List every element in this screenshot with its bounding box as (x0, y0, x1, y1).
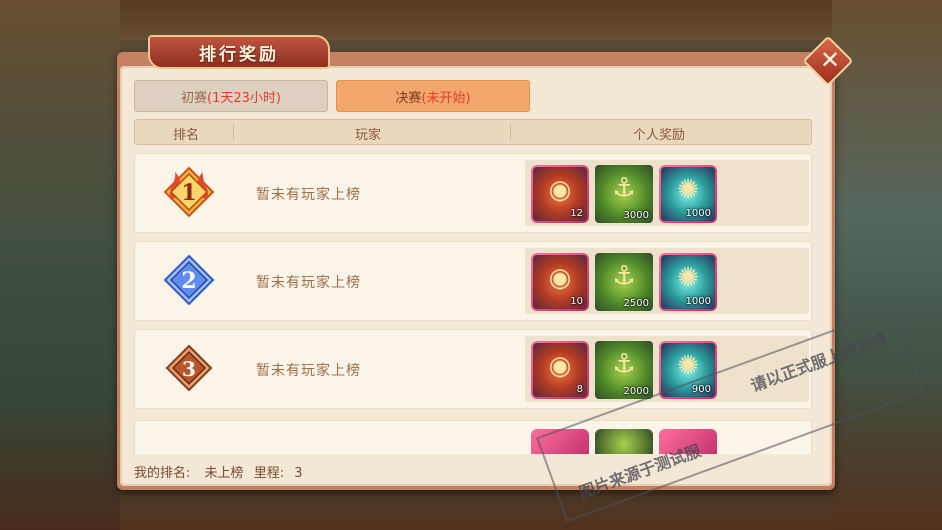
rank-3-badge-icon: 3 (163, 342, 215, 394)
anchor-icon: ⚓ (612, 261, 636, 291)
my-rank-footer: 我的排名: 未上榜 里程: 3 (134, 462, 303, 481)
reward-item[interactable]: ◉ 10 (531, 253, 589, 311)
shield-crest-icon: ◉ (548, 175, 572, 205)
shield-crest-icon: ◉ (548, 263, 572, 293)
header-divider (233, 124, 234, 140)
header-player: 玩家 (355, 128, 382, 143)
reward-list: ◉ 10 ⚓ 2500 ✺ 1000 (525, 248, 809, 314)
reward-quantity: 3000 (623, 210, 649, 221)
close-icon[interactable]: ✕ (816, 44, 844, 76)
player-name: 暂未有玩家上榜 (256, 275, 361, 291)
reward-item[interactable]: ◉ 8 (531, 341, 589, 399)
mileage-label: 里程: (253, 466, 285, 481)
player-name: 暂未有玩家上榜 (256, 187, 361, 203)
orb-icon: ✺ (677, 263, 699, 293)
tab-final-status: (未开始) (421, 90, 471, 106)
tab-final-label: 决赛 (395, 90, 422, 106)
tab-preliminary-label: 初赛 (181, 90, 208, 106)
reward-item[interactable]: ⚓ 2500 (595, 253, 653, 311)
svg-text:3: 3 (182, 357, 196, 381)
header-rank: 排名 (173, 128, 200, 143)
rank-row-2: 2 暂未有玩家上榜 ◉ 10 ⚓ 2500 ✺ 1000 (134, 241, 812, 321)
rank-1-badge-icon: 1 (163, 166, 215, 218)
reward-quantity: 12 (570, 208, 583, 219)
anchor-icon: ⚓ (612, 173, 636, 203)
reward-item[interactable]: ✺ 1000 (659, 253, 717, 311)
orb-icon: ✺ (677, 175, 699, 205)
reward-quantity: 2500 (623, 298, 649, 309)
header-reward: 个人奖励 (633, 128, 686, 143)
tab-final[interactable]: 决赛 (未开始) (336, 80, 530, 112)
tab-preliminary-status: (1天23小时) (207, 90, 281, 106)
reward-quantity: 1000 (685, 296, 711, 307)
reward-quantity: 10 (570, 296, 583, 307)
header-divider (510, 124, 511, 140)
anchor-icon: ⚓ (612, 349, 636, 379)
shield-crest-icon: ◉ (548, 351, 572, 381)
rank-2-badge-icon: 2 (163, 254, 215, 306)
svg-text:1: 1 (181, 180, 196, 206)
reward-item[interactable]: ✺ 1000 (659, 165, 717, 223)
player-name: 暂未有玩家上榜 (256, 363, 361, 379)
reward-item[interactable]: ◉ 12 (531, 165, 589, 223)
reward-item[interactable]: ⚓ 3000 (595, 165, 653, 223)
reward-item[interactable]: ⚓ 2000 (595, 341, 653, 399)
my-rank-label: 我的排名: (134, 466, 191, 481)
reward-list: ◉ 12 ⚓ 3000 ✺ 1000 (525, 160, 809, 226)
reward-quantity: 8 (576, 384, 583, 395)
mileage-value: 3 (294, 466, 303, 481)
svg-text:2: 2 (181, 268, 196, 294)
reward-quantity: 1000 (685, 208, 711, 219)
reward-quantity: 2000 (623, 386, 649, 397)
tab-preliminary[interactable]: 初赛 (1天23小时) (134, 80, 328, 112)
table-header: 排名 玩家 个人奖励 (134, 119, 812, 145)
my-rank-value: 未上榜 (204, 466, 244, 481)
rank-row-1: 1 暂未有玩家上榜 ◉ 12 ⚓ 3000 ✺ 1000 (134, 153, 812, 233)
panel-title: 排行奖励 (148, 35, 330, 69)
